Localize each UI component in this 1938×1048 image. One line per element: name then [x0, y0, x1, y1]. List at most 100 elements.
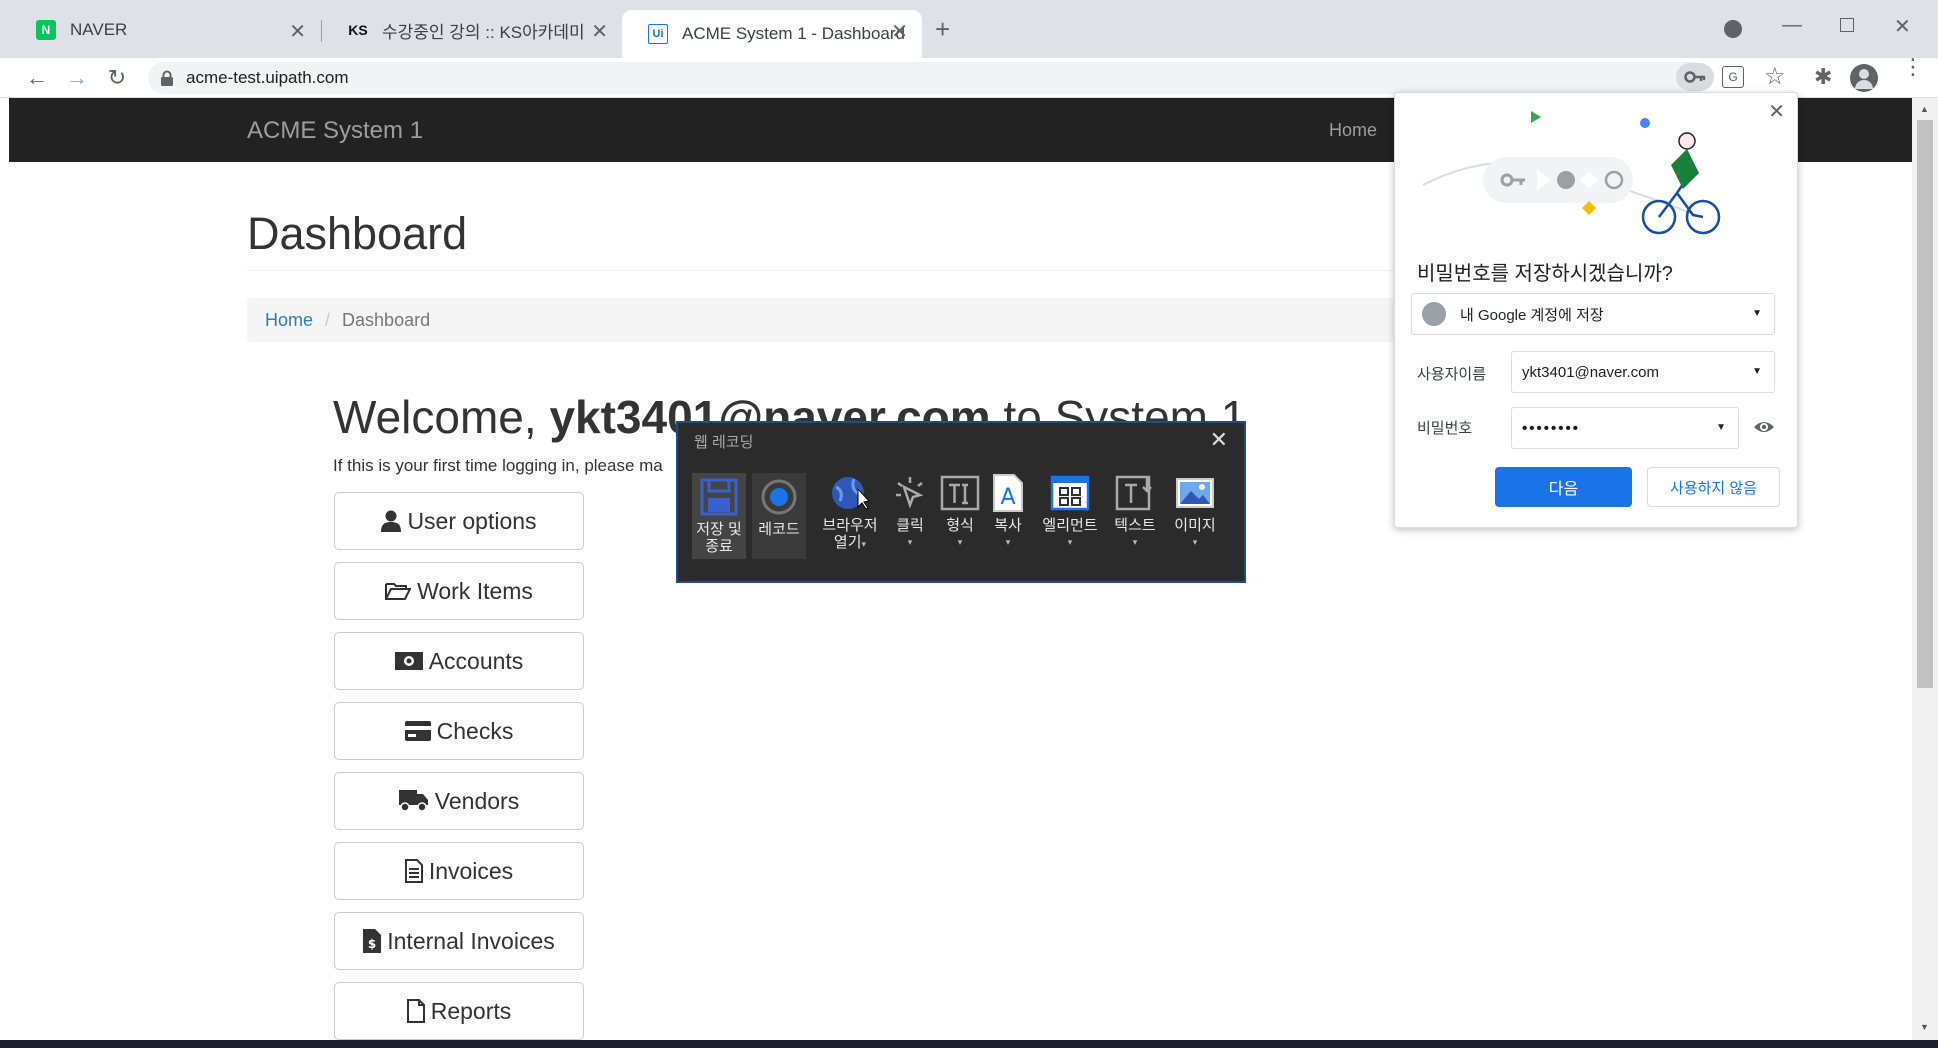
text-button[interactable]: 텍스트 ▾ — [1108, 473, 1162, 551]
button-label: User options — [407, 507, 537, 534]
tab-search-icon[interactable] — [1724, 20, 1742, 38]
browser-tab-strip: N NAVER ✕ KS 수강중인 강의 :: KS아카데미 ✕ Ui ACME… — [0, 0, 1938, 58]
scroll-up-icon[interactable]: ▲ — [1920, 104, 1929, 114]
scrollbar-thumb[interactable] — [1917, 120, 1933, 688]
type-button[interactable]: 형식 ▾ — [938, 473, 982, 551]
vendors-button[interactable]: Vendors — [334, 772, 584, 830]
open-browser-button[interactable]: 브라우저 열기▾ — [818, 473, 882, 553]
record-icon — [759, 477, 799, 517]
restore-icon[interactable] — [1840, 18, 1854, 32]
caret-down-icon: ▾ — [1005, 537, 1011, 547]
forward-icon[interactable]: → — [62, 63, 92, 93]
new-tab-icon[interactable]: + — [935, 14, 950, 45]
caret-down-icon: ▾ — [861, 539, 867, 549]
tab-acme-dashboard[interactable]: Ui ACME System 1 - Dashboard ✕ — [622, 10, 922, 58]
tab-ks-academy[interactable]: KS 수강중인 강의 :: KS아카데미 ✕ — [322, 10, 622, 50]
username-select[interactable]: ykt3401@naver.com ▼ — [1511, 351, 1775, 393]
checks-button[interactable]: Checks — [334, 702, 584, 760]
button-label: Accounts — [428, 647, 524, 674]
save-and-exit-button[interactable]: 저장 및 종료 — [692, 473, 746, 559]
close-icon[interactable]: ✕ — [1210, 427, 1228, 453]
tool-label: 이미지 — [1174, 517, 1216, 534]
password-select[interactable]: •••••••• ▼ — [1511, 407, 1739, 449]
account-avatar — [1422, 302, 1446, 326]
tool-label: 열기 — [833, 534, 862, 551]
element-button[interactable]: 엘리먼트 ▾ — [1036, 473, 1104, 551]
close-icon[interactable]: ✕ — [891, 19, 908, 44]
tool-label: 클릭 — [896, 517, 924, 534]
tool-label: 복사 — [994, 517, 1022, 534]
click-button[interactable]: 클릭 ▾ — [888, 473, 932, 551]
truck-icon — [398, 790, 428, 812]
invoices-button[interactable]: Invoices — [334, 842, 584, 900]
button-label: Internal Invoices — [387, 927, 555, 954]
nav-home-link[interactable]: Home — [1329, 120, 1377, 141]
image-button[interactable]: 이미지 ▾ — [1168, 473, 1222, 551]
page-scrollbar[interactable]: ▲ ▼ — [1912, 98, 1938, 1040]
work-items-button[interactable]: Work Items — [334, 562, 584, 620]
minimize-icon[interactable]: — — [1782, 14, 1802, 37]
caret-down-icon: ▼ — [1716, 422, 1726, 433]
url-bar[interactable]: acme-test.uipath.com — [148, 62, 1708, 94]
button-label: Reports — [430, 997, 512, 1024]
bookmark-star-icon[interactable]: ☆ — [1764, 62, 1786, 91]
file-icon — [406, 999, 425, 1023]
money-icon — [394, 652, 423, 670]
reload-icon[interactable]: ↻ — [102, 63, 132, 93]
tool-label: 종료 — [705, 538, 733, 555]
copy-button[interactable]: A 복사 ▾ — [986, 473, 1030, 551]
lock-icon — [161, 70, 173, 86]
account-select[interactable]: 내 Google 계정에 저장 ▼ — [1411, 293, 1775, 335]
button-label: Checks — [436, 717, 514, 744]
breadcrumb: Home / Dashboard — [247, 298, 1397, 342]
back-icon[interactable]: ← — [22, 63, 52, 93]
never-save-button[interactable]: 사용하지 않음 — [1647, 467, 1780, 507]
extensions-icon[interactable]: ✱ — [1814, 64, 1832, 90]
close-icon[interactable]: ✕ — [1768, 99, 1785, 124]
tab-title: ACME System 1 - Dashboard — [682, 24, 905, 43]
accounts-button[interactable]: Accounts — [334, 632, 584, 690]
eye-icon[interactable] — [1753, 419, 1775, 435]
title-divider — [247, 270, 1397, 271]
profile-avatar[interactable] — [1850, 64, 1878, 92]
tab-naver[interactable]: N NAVER ✕ — [10, 10, 320, 50]
translate-icon[interactable]: G — [1722, 66, 1744, 88]
password-value: •••••••• — [1522, 419, 1581, 437]
breadcrumb-separator: / — [325, 309, 331, 330]
url-text: acme-test.uipath.com — [186, 68, 349, 87]
reports-button[interactable]: Reports — [334, 982, 584, 1040]
scroll-down-icon[interactable]: ▼ — [1920, 1022, 1929, 1032]
internal-invoices-button[interactable]: $ Internal Invoices — [334, 912, 584, 970]
window-close-icon[interactable]: ✕ — [1894, 14, 1911, 39]
first-login-hint: If this is your first time logging in, p… — [333, 456, 663, 475]
tab-title: NAVER — [70, 20, 128, 39]
page-title: Dashboard — [247, 208, 468, 259]
credit-card-icon — [404, 721, 431, 741]
text-extract-icon — [1115, 473, 1155, 513]
caret-down-icon: ▾ — [1067, 537, 1073, 547]
ks-icon: KS — [348, 22, 368, 38]
site-brand[interactable]: ACME System 1 — [247, 117, 423, 145]
tool-label: 텍스트 — [1114, 517, 1156, 534]
uipath-icon: Ui — [648, 24, 668, 44]
password-key-icon[interactable] — [1676, 63, 1714, 91]
breadcrumb-home-link[interactable]: Home — [265, 310, 313, 331]
caret-down-icon: ▼ — [1752, 366, 1762, 377]
close-icon[interactable]: ✕ — [289, 19, 306, 44]
type-into-icon — [940, 473, 980, 513]
close-icon[interactable]: ✕ — [591, 19, 608, 44]
naver-icon: N — [36, 20, 56, 40]
username-value: ykt3401@naver.com — [1522, 363, 1659, 381]
menu-kebab-icon[interactable]: ⋮ — [1902, 56, 1924, 78]
button-label: Vendors — [434, 787, 520, 814]
save-password-button[interactable]: 다음 — [1495, 467, 1632, 507]
save-icon — [699, 477, 739, 517]
record-button[interactable]: 레코드 — [752, 473, 806, 559]
caret-down-icon: ▾ — [957, 537, 963, 547]
user-options-button[interactable]: User options — [334, 492, 584, 550]
account-value: 내 Google 계정에 저장 — [1460, 306, 1604, 324]
welcome-prefix: Welcome, — [333, 391, 550, 443]
element-grid-icon — [1050, 473, 1090, 513]
caret-down-icon: ▾ — [907, 537, 913, 547]
file-invoice-dollar-icon: $ — [363, 929, 382, 953]
